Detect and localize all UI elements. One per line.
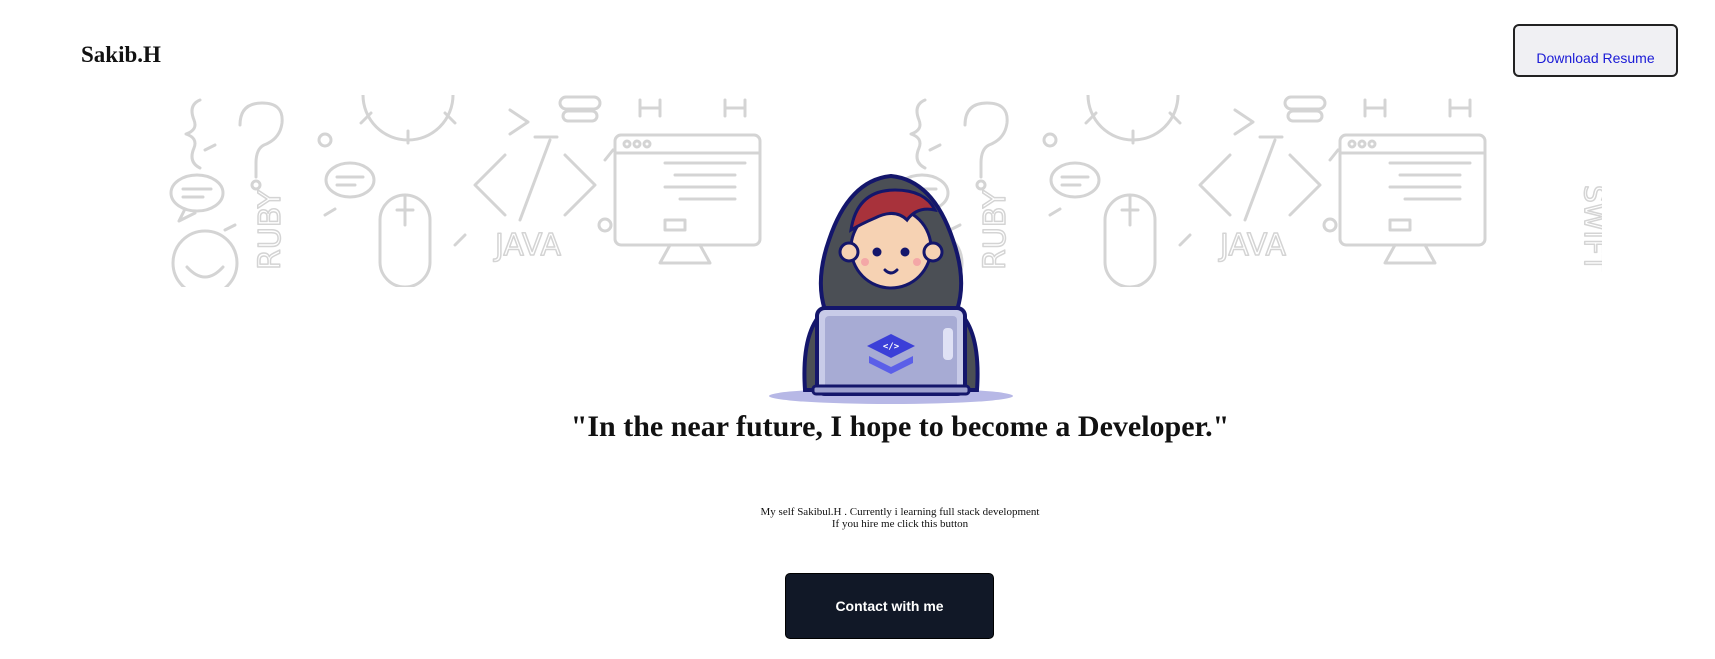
code-tag-icon — [473, 138, 597, 222]
description-line-2: If you hire me click this button — [831, 518, 969, 530]
smiley-icon — [171, 229, 239, 287]
chat-bubble-icon — [169, 173, 225, 223]
brand-logo[interactable]: Sakib.H — [81, 42, 161, 68]
computer-mouse-icon — [378, 193, 432, 287]
contact-button[interactable]: Contact with me — [785, 573, 994, 639]
description-line-1: My self Sakibul.H . Currently i learning… — [760, 506, 1040, 518]
hero-description: My self Sakibul.H . Currently i learning… — [600, 506, 1200, 530]
download-resume-button[interactable]: Download Resume — [1513, 24, 1678, 77]
curly-braces-icon — [184, 98, 202, 170]
browser-window-icon — [613, 133, 762, 265]
svg-text:JAVA: JAVA — [493, 228, 562, 263]
question-mark-icon — [238, 101, 284, 191]
lightbulb-icon — [558, 95, 602, 123]
svg-text:</>: </> — [883, 342, 900, 352]
svg-text:RUBY: RUBY — [253, 189, 288, 270]
developer-illustration: </> — [765, 160, 1017, 410]
terminal-prompt-icon — [508, 108, 559, 139]
hero-headline: "In the near future, I hope to become a … — [570, 410, 1230, 443]
svg-text:SWIFT: SWIFT — [1578, 185, 1602, 272]
gear-icon — [359, 95, 457, 145]
